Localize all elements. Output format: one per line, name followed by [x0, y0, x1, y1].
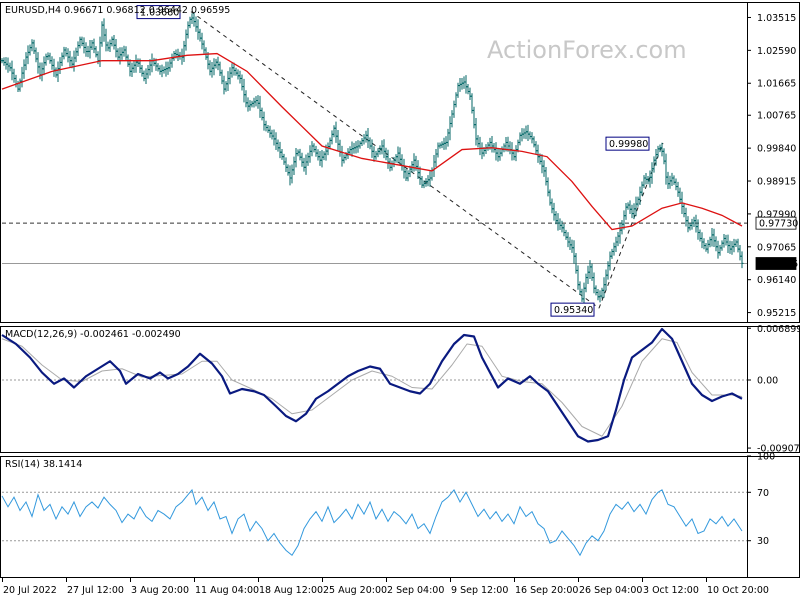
price-label-text: 0.95340: [554, 305, 593, 316]
x-tick-label: 16 Sep 20:00: [515, 585, 578, 596]
x-tick-label: 9 Sep 12:00: [451, 585, 508, 596]
x-tick-label: 11 Aug 04:00: [195, 585, 259, 596]
watermark-text: ActionForex.com: [487, 36, 687, 64]
rsi-series-line: [1, 488, 743, 557]
price-ytick-label: 0.95215: [757, 308, 796, 319]
price-ytick-label: 0.98915: [757, 177, 796, 188]
rsi-ytick-label: 100: [757, 452, 775, 463]
rsi-pane-title: RSI(14) 38.1414: [5, 459, 82, 470]
macd-ytick-label: 0.00: [757, 376, 778, 387]
price-ytick-label: 0.97065: [757, 242, 796, 253]
x-tick-label: 10 Oct 20:00: [707, 585, 769, 596]
x-tick-label: 2 Sep 04:00: [387, 585, 444, 596]
price-label-text: 0.99980: [609, 139, 648, 150]
x-tick-label: 25 Aug 20:00: [323, 585, 387, 596]
price-ytick-label: 1.03515: [757, 13, 796, 24]
x-tick-label: 27 Jul 12:00: [67, 585, 124, 596]
macd-ytick-label: 0.006899: [757, 324, 800, 335]
chart-svg: ActionForex.com 1.03515 1.02590 1.01665 1.00…: [0, 2, 800, 596]
price-ytick-label: 1.00765: [757, 111, 796, 122]
x-tick-label: 20 Jul 2022: [3, 585, 57, 596]
price-pane-title: EURUSD,H4 0.96671 0.96812 0.96442 0.9659…: [5, 5, 230, 16]
price-hline-label: 0.96595: [759, 259, 798, 270]
x-tick-label: 26 Sep 04:00: [579, 585, 642, 596]
price-ytick-label: 0.99840: [757, 144, 796, 155]
x-tick-label: 3 Aug 20:00: [131, 585, 189, 596]
chart-root: ActionForex.com 1.03515 1.02590 1.01665 1.00…: [0, 0, 800, 600]
price-ytick-label: 1.02590: [757, 46, 796, 57]
x-tick-label: 18 Aug 12:00: [259, 585, 323, 596]
price-ytick-label: 1.01665: [757, 79, 796, 90]
rsi-ytick-label: 30: [757, 536, 769, 547]
rsi-ytick-label: 70: [757, 488, 769, 499]
price-hline-label: 0.97730: [759, 219, 798, 230]
pane-frame-1: [0, 326, 800, 453]
macd-pane-title: MACD(12,26,9) -0.002461 -0.002490: [5, 329, 181, 340]
macd-series-line: [1, 338, 743, 437]
x-tick-label: 3 Oct 12:00: [643, 585, 699, 596]
price-ytick-label: 0.96140: [757, 275, 796, 286]
